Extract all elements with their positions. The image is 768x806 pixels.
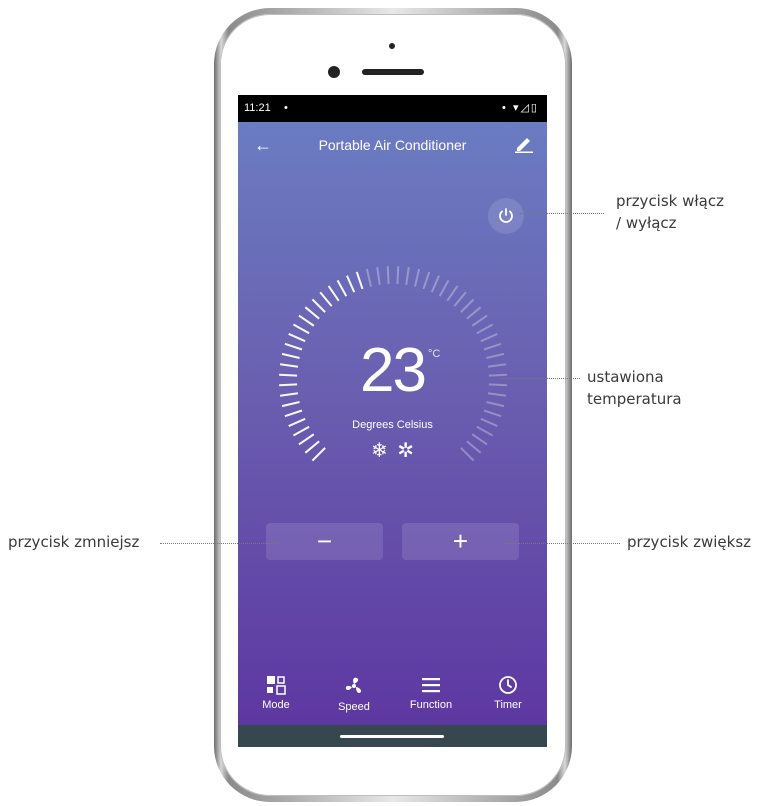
dial-tick [311,298,326,313]
power-button[interactable] [488,198,524,234]
edit-pencil-icon[interactable] [514,135,534,158]
plus-label: + [452,526,469,556]
dial-tick [438,279,450,297]
dial-tick [292,323,310,335]
mode-icon [267,676,286,695]
tab-timer[interactable]: Timer [478,675,538,711]
snowflake-icon: ❄ [370,440,388,462]
dial-tick [336,279,348,297]
dial-tick [460,298,475,313]
increase-leader-line [505,543,620,544]
dial-tick [304,306,320,320]
dial-tick [483,409,502,418]
status-icons: • ▾◿▯ [502,102,539,114]
earpiece-speaker [362,69,424,75]
dial-tick [405,266,410,286]
sensor-dot [389,43,395,49]
mode-indicators: ❄ ✲ [238,438,547,463]
tab-speed[interactable]: Speed [324,675,384,713]
tab-speed-label: Speed [338,701,370,713]
dial-tick [422,271,431,290]
status-bar: 11:21 • • ▾◿▯ [238,95,547,122]
temperature-caption: Degrees Celsius [352,419,433,431]
tab-timer-label: Timer [494,699,522,711]
dial-tick [298,314,315,327]
minus-label: − [316,526,333,556]
status-time: 11:21 [244,102,271,114]
app-screen: 11:21 • • ▾◿▯ ← Portable Air Conditioner… [238,95,547,747]
page-title: Portable Air Conditioner [318,137,467,153]
temperature-value: 23 [360,336,427,405]
tab-function-label: Function [409,699,453,711]
dial-tick [319,291,333,307]
tab-function[interactable]: Function [401,675,461,711]
dial-tick [355,271,364,290]
dial-tick [453,291,467,307]
temperature-unit: °C [428,348,441,360]
power-leader-line [520,213,604,214]
annotation-power: przycisk włącz / wyłącz [616,192,724,232]
dial-tick [476,323,494,335]
dial-tick [365,268,372,287]
tab-mode-label: Mode [262,699,290,711]
temperature-leader-line [500,378,580,379]
dial-tick [396,266,400,285]
front-camera [328,66,340,78]
bottom-tab-bar: Mode Speed Function Timer [238,675,547,720]
menu-icon [422,678,440,693]
dial-tick [346,275,356,293]
annotation-temperature: ustawiona temperatura [587,368,682,408]
decrease-leader-line [160,543,278,544]
power-icon [499,208,513,223]
dial-tick [446,285,459,302]
fan-mode-icon: ✲ [397,440,415,462]
increase-button[interactable]: + [402,523,519,560]
notification-dot: • [284,102,288,114]
home-indicator[interactable] [340,735,444,738]
dial-tick [471,314,488,327]
decrease-button[interactable]: − [266,523,383,560]
annotation-increase: przycisk zwiększ [627,533,752,551]
annotation-decrease: przycisk zmniejsz [8,533,140,551]
dial-tick [466,306,482,320]
tab-mode[interactable]: Mode [246,675,306,711]
fan-icon [345,677,361,693]
dial-tick [386,266,390,285]
clock-icon [499,676,517,694]
dial-tick [430,275,440,293]
dial-tick [327,285,340,302]
dial-tick [376,266,381,286]
android-nav-bar [238,725,547,747]
dial-tick [414,268,421,287]
dial-tick [284,409,303,418]
